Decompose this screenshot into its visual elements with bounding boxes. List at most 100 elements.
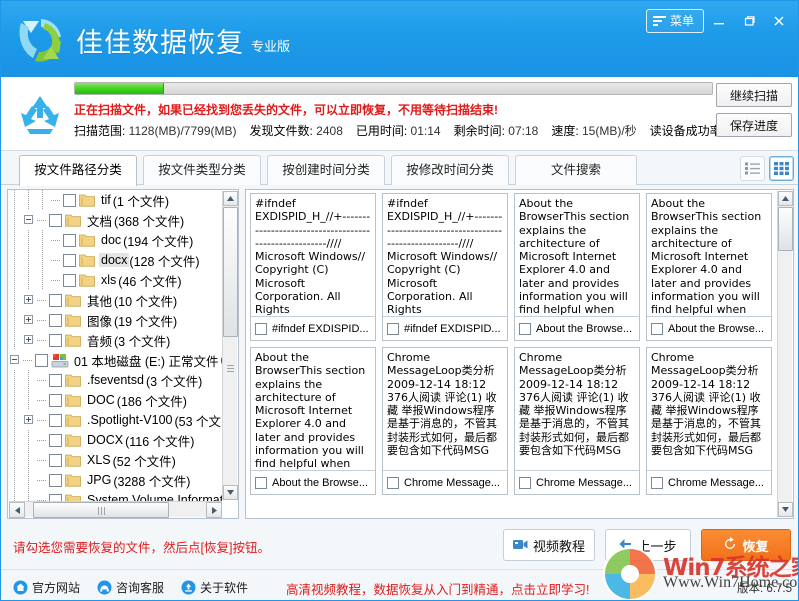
tree-expand-icon[interactable] <box>22 310 36 330</box>
file-card[interactable]: About the BrowserThis section explains t… <box>646 193 772 341</box>
action-bar: 请勾选您需要恢复的文件，然后点[恢复]按钮。 视频教程 上一步 恢复 <box>1 521 798 569</box>
file-card-checkbox[interactable] <box>519 476 531 489</box>
tree-node-checkbox[interactable] <box>49 213 62 227</box>
tree-expand-icon[interactable] <box>22 410 36 430</box>
tree-indent-guide <box>22 250 36 270</box>
tree-expand-icon[interactable] <box>22 330 36 350</box>
file-card-checkbox[interactable] <box>651 476 663 489</box>
tree-node[interactable]: xls (46 个文件) <box>8 270 222 290</box>
tree-indent-guide <box>22 430 36 450</box>
tree-node[interactable]: XLS (52 个文件) <box>8 450 222 470</box>
file-card-checkbox[interactable] <box>651 322 663 335</box>
grid-view-button[interactable] <box>769 156 794 181</box>
video-tutorial-button[interactable]: 视频教程 <box>503 529 595 561</box>
tree-node[interactable]: DOCX (116 个文件) <box>8 430 222 450</box>
tab-0[interactable]: 按文件路径分类 <box>19 155 137 186</box>
tree-node-checkbox[interactable] <box>49 453 62 467</box>
tree-node-checkbox[interactable] <box>49 393 62 407</box>
tree-node-checkbox[interactable] <box>63 253 76 267</box>
file-card-footer: About the Browse... <box>251 470 375 494</box>
tree-node-checkbox[interactable] <box>63 193 76 207</box>
scan-progress-fill <box>75 83 165 94</box>
tab-3[interactable]: 按修改时间分类 <box>391 155 509 185</box>
tree-node[interactable]: .fseventsd (3 个文件) <box>8 370 222 390</box>
window-controls: 菜单 <box>645 9 794 33</box>
file-card[interactable]: #ifndef EXDISPID_H_//+------------------… <box>382 193 508 341</box>
scan-statistics: 扫描范围: 1128(MB)/7799(MB) 发现文件数: 2408 已用时间: … <box>74 122 738 139</box>
tree-scroll-left-button[interactable] <box>9 502 25 518</box>
file-card-checkbox[interactable] <box>255 476 267 489</box>
file-card[interactable]: About the BrowserThis section explains t… <box>514 193 640 341</box>
tab-2[interactable]: 按创建时间分类 <box>267 155 385 185</box>
tree-node[interactable]: docx (128 个文件) <box>8 250 222 270</box>
tree-scroll-up-button[interactable] <box>223 191 238 206</box>
file-card-checkbox[interactable] <box>255 322 267 335</box>
files-scroll-down-button[interactable] <box>778 502 793 517</box>
list-view-button[interactable] <box>740 156 765 181</box>
recover-button[interactable]: 恢复 <box>701 529 791 561</box>
tree-node-checkbox[interactable] <box>49 413 62 427</box>
tree-node[interactable]: 01 本地磁盘 (E:) 正常文件 (37 <box>8 350 222 370</box>
close-button[interactable] <box>764 10 794 32</box>
file-card-checkbox[interactable] <box>387 322 399 335</box>
tree-node-count: (52 个文件) <box>112 454 176 469</box>
minimize-button[interactable] <box>704 10 734 32</box>
tree-node-checkbox[interactable] <box>49 333 62 347</box>
tree-node[interactable]: doc (194 个文件) <box>8 230 222 250</box>
footer-link-about[interactable]: 关于软件 <box>181 579 248 596</box>
tree-node[interactable]: 图像 (19 个文件) <box>8 310 222 330</box>
tree-scroll-down-button[interactable] <box>223 485 238 500</box>
tree-horizontal-thumb[interactable] <box>33 502 169 518</box>
tree-node-count: (3288 个文件) <box>113 474 191 489</box>
file-card[interactable]: Chrome MessageLoop类分析2009-12-14 18:12 37… <box>646 347 772 495</box>
continue-scan-button[interactable]: 继续扫描 <box>716 83 792 107</box>
tree-expand-icon[interactable] <box>22 290 36 310</box>
tree-node-checkbox[interactable] <box>49 433 62 447</box>
file-card[interactable]: About the BrowserThis section explains t… <box>250 347 376 495</box>
tab-1[interactable]: 按文件类型分类 <box>143 155 261 185</box>
file-card-checkbox[interactable] <box>519 322 531 335</box>
tree-node[interactable]: tif (1 个文件) <box>8 190 222 210</box>
tree-node[interactable]: JPG (3288 个文件) <box>8 470 222 490</box>
tree-horizontal-scrollbar[interactable] <box>9 501 222 518</box>
save-progress-button[interactable]: 保存进度 <box>716 113 792 137</box>
tree-indent-guide <box>22 470 36 490</box>
tree-elbow <box>36 370 48 390</box>
file-card[interactable]: Chrome MessageLoop类分析2009-12-14 18:12 37… <box>514 347 640 495</box>
file-card-checkbox[interactable] <box>387 476 399 489</box>
tree-scroll-right-button[interactable] <box>206 502 222 518</box>
tree-elbow <box>50 270 62 290</box>
tree-collapse-icon[interactable] <box>22 210 36 230</box>
tree-node-checkbox[interactable] <box>63 233 76 247</box>
footer-link-website[interactable]: 官方网站 <box>13 579 80 596</box>
tree-node[interactable]: 文档 (368 个文件) <box>8 210 222 230</box>
file-card-preview: #ifndef EXDISPID_H_//+------------------… <box>387 197 503 316</box>
files-vertical-thumb[interactable] <box>778 207 793 251</box>
files-scroll-up-button[interactable] <box>778 191 793 206</box>
tree-node-checkbox[interactable] <box>49 293 62 307</box>
file-card[interactable]: #ifndef EXDISPID_H_//+------------------… <box>250 193 376 341</box>
file-card[interactable]: Chrome MessageLoop类分析2009-12-14 18:12 37… <box>382 347 508 495</box>
tree-node[interactable]: DOC (186 个文件) <box>8 390 222 410</box>
tree-node-count: (10 个文件) <box>114 294 178 309</box>
tree-node[interactable]: .Spotlight-V100 (53 个文 <box>8 410 222 430</box>
menu-button[interactable]: 菜单 <box>645 9 704 33</box>
files-vertical-scrollbar[interactable] <box>777 191 793 517</box>
tree-node-checkbox[interactable] <box>49 473 62 487</box>
tree-collapse-icon[interactable] <box>8 350 22 370</box>
maximize-button[interactable] <box>734 10 764 32</box>
tree-node-checkbox[interactable] <box>35 353 48 367</box>
footer-promo-text[interactable]: 高清视频教程，数据恢复从入门到精通，点击立即学习! <box>286 579 589 598</box>
folder-tree[interactable]: tif (1 个文件) 文档 (368 个文件) doc (194 个文件) docx… <box>8 190 222 502</box>
tree-node[interactable]: 其他 (10 个文件) <box>8 290 222 310</box>
tree-vertical-thumb[interactable] <box>223 207 238 337</box>
footer-link-support[interactable]: 咨询客服 <box>97 579 164 596</box>
tree-node-checkbox[interactable] <box>49 313 62 327</box>
scan-stat-label: 扫描范围: <box>74 124 126 138</box>
tree-node-checkbox[interactable] <box>63 273 76 287</box>
tree-node-checkbox[interactable] <box>49 373 62 387</box>
tree-vertical-scrollbar[interactable] <box>222 191 238 500</box>
tab-4[interactable]: 文件搜索 <box>515 155 637 185</box>
tree-node[interactable]: 音频 (3 个文件) <box>8 330 222 350</box>
previous-step-button[interactable]: 上一步 <box>605 529 691 561</box>
